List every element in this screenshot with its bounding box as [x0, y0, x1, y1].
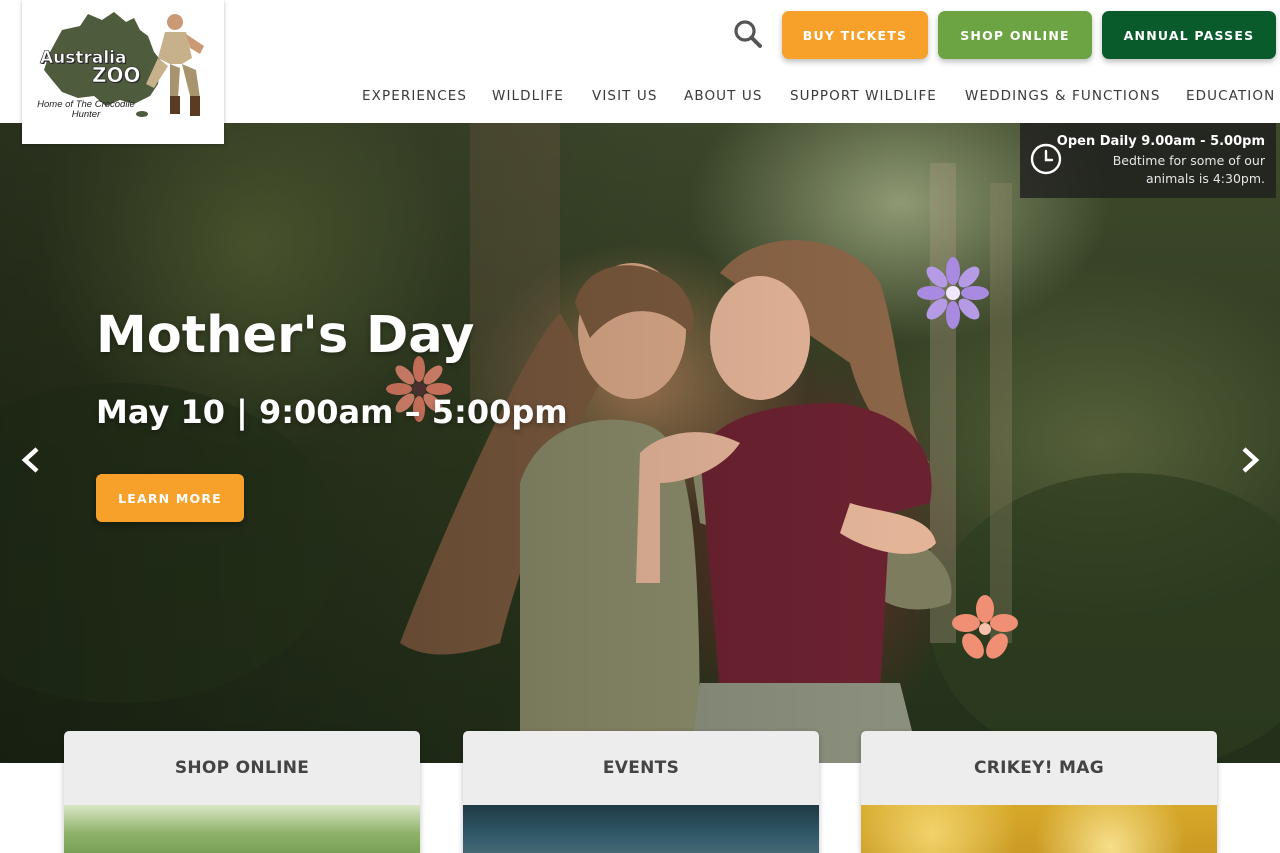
- nav-visit-us[interactable]: VISIT US: [592, 86, 658, 106]
- chevron-right-icon: [1242, 447, 1260, 473]
- nav-experiences[interactable]: EXPERIENCES: [362, 86, 467, 106]
- shop-online-button[interactable]: SHOP ONLINE: [938, 11, 1092, 59]
- card-title: CRIKEY! MAG: [974, 758, 1104, 778]
- nav-wildlife[interactable]: WILDLIFE: [492, 86, 564, 106]
- logo-name-line2: ZOO: [92, 63, 141, 87]
- hero-subtitle: May 10 | 9:00am – 5:00pm: [96, 393, 568, 431]
- card-crikey-mag[interactable]: CRIKEY! MAG: [861, 731, 1217, 853]
- hero-slider: Open Daily 9.00am - 5.00pm Bedtime for s…: [0, 123, 1280, 763]
- slider-next-button[interactable]: [1236, 445, 1264, 475]
- hero-overlay: [0, 123, 1280, 763]
- chevron-left-icon: [21, 447, 39, 473]
- opening-hours-box: Open Daily 9.00am - 5.00pm Bedtime for s…: [1020, 123, 1276, 198]
- nav-education[interactable]: EDUCATION: [1186, 86, 1275, 106]
- nav-about-us[interactable]: ABOUT US: [684, 86, 763, 106]
- search-icon: [734, 20, 762, 48]
- opening-hours-title: Open Daily 9.00am - 5.00pm: [1056, 134, 1265, 149]
- card-shop-online[interactable]: SHOP ONLINE: [64, 731, 420, 853]
- card-events[interactable]: EVENTS: [463, 731, 819, 853]
- slider-prev-button[interactable]: [17, 445, 45, 475]
- learn-more-button[interactable]: LEARN MORE: [96, 474, 244, 522]
- card-title: SHOP ONLINE: [174, 758, 310, 778]
- page: BUY TICKETS SHOP ONLINE ANNUAL PASSES EX…: [0, 0, 1280, 853]
- nav-support-wildlife[interactable]: SUPPORT WILDLIFE: [790, 86, 937, 106]
- search-button[interactable]: [732, 18, 764, 50]
- buy-tickets-button[interactable]: BUY TICKETS: [782, 11, 928, 59]
- hero-title: Mother's Day: [96, 306, 475, 365]
- site-logo[interactable]: Australia ZOO Home of The Crocodile Hunt…: [22, 0, 224, 144]
- logo-tagline: Home of The Crocodile Hunter: [37, 99, 135, 120]
- card-image: [64, 805, 420, 853]
- nav-weddings-functions[interactable]: WEDDINGS & FUNCTIONS: [965, 86, 1161, 106]
- card-image: [463, 805, 819, 853]
- opening-hours-note: Bedtime for some of our animals is 4:30p…: [1112, 153, 1265, 186]
- logo-wordmark: Australia ZOO: [40, 49, 141, 87]
- card-image: [861, 805, 1217, 853]
- card-title: EVENTS: [602, 758, 680, 778]
- annual-passes-button[interactable]: ANNUAL PASSES: [1102, 11, 1276, 59]
